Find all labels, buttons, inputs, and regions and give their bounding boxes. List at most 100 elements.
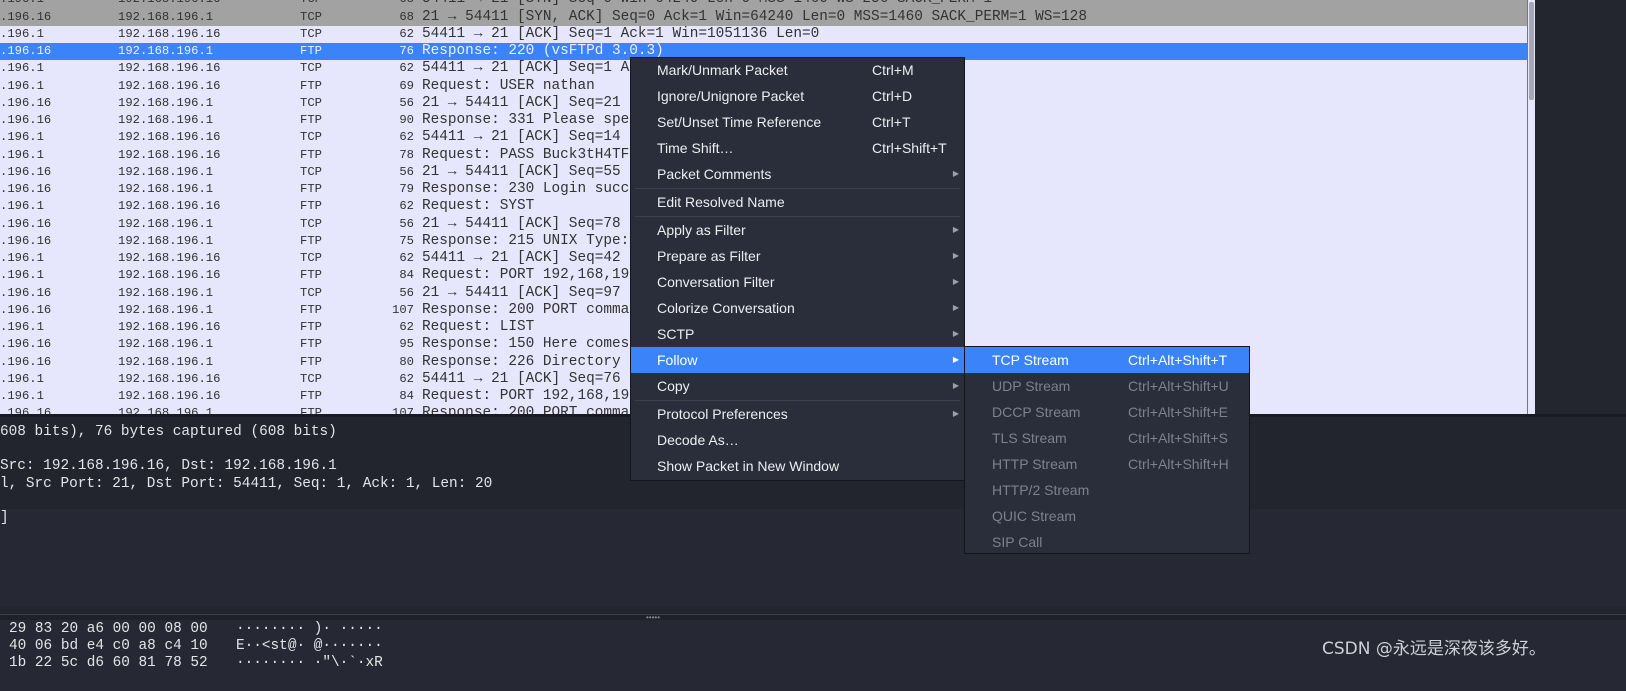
table-row[interactable]: .196.1 192.168.196.16 TCP 68 54411 → 21 [SYN… (0, 0, 1527, 9)
source-cell: .196.1 (0, 320, 44, 335)
destination-cell: 192.168.196.16 (118, 268, 221, 283)
destination-cell: 192.168.196.1 (118, 9, 214, 24)
menu-item-label: Ignore/Unignore Packet (657, 88, 805, 104)
menu-item-label: QUIC Stream (992, 508, 1077, 524)
info-cell: 54411 → 21 [ACK] Seq=1 Ack=1 Win=1051136… (422, 25, 820, 42)
protocol-cell: TCP (300, 9, 322, 24)
length-cell: 62 (399, 371, 414, 386)
destination-cell: 192.168.196.1 (118, 406, 214, 414)
length-cell: 68 (370, 0, 414, 9)
hex-ascii: E··<st@· @······· (236, 638, 383, 654)
menu-item-label: Edit Resolved Name (657, 194, 785, 210)
destination-cell: 192.168.196.1 (118, 113, 214, 128)
submenu-arrow-icon: ▶ (952, 277, 959, 286)
menu-item-apply-as-filter[interactable]: Apply as Filter ▶ (631, 217, 964, 243)
menu-item-label: Decode As… (657, 432, 739, 448)
destination-cell: 192.168.196.16 (118, 61, 221, 76)
destination-cell: 192.168.196.16 (118, 130, 221, 145)
watermark: CSDN @永远是深夜该多好。 (1322, 639, 1546, 659)
submenu-arrow-icon: ▶ (952, 355, 959, 364)
hex-ascii: ········ ·"\·`·xR (236, 655, 383, 671)
destination-cell: 192.168.196.16 (118, 26, 221, 41)
table-row[interactable]: .196.16 192.168.196.1 TCP 68 21 → 54411 [SYN… (0, 8, 1527, 26)
source-cell: .196.16 (0, 113, 52, 128)
protocol-cell: TCP (300, 95, 322, 110)
scrollbar-thumb[interactable] (1529, 2, 1534, 100)
menu-item-protocol-preferences[interactable]: Protocol Preferences ▶ (631, 401, 964, 427)
menu-item-shortcut: Ctrl+Alt+Shift+S (1128, 430, 1228, 446)
menu-item-mark-unmark-packet[interactable]: Mark/Unmark Packet Ctrl+M (631, 57, 964, 83)
length-cell: 62 (399, 130, 414, 145)
menu-item-time-shift[interactable]: Time Shift… Ctrl+Shift+T (631, 135, 964, 161)
submenu-arrow-icon: ▶ (952, 303, 959, 312)
menu-item-copy[interactable]: Copy ▶ (631, 373, 964, 399)
menu-item-prepare-as-filter[interactable]: Prepare as Filter ▶ (631, 243, 964, 269)
menu-item-shortcut: Ctrl+D (872, 88, 913, 104)
length-cell: 95 (399, 337, 414, 352)
table-row[interactable]: .196.1 192.168.196.16 TCP 62 54411 → 21 [ACK… (0, 26, 1527, 43)
length-cell: 90 (399, 113, 414, 128)
length-cell: 78 (399, 147, 414, 162)
packet-context-menu: Mark/Unmark Packet Ctrl+M Ignore/Unignore … (630, 57, 965, 481)
menu-item-ignore-unignore-packet[interactable]: Ignore/Unignore Packet Ctrl+D (631, 83, 964, 109)
info-cell: 21 → 54411 [ACK] Seq=21 (422, 94, 621, 111)
hex-bytes: 1b 22 5c d6 60 81 78 52 (9, 655, 208, 671)
details-tcp-line[interactable]: l, Src Port: 21, Dst Port: 54411, Seq: 1… (0, 475, 492, 493)
menu-item-label: HTTP Stream (992, 456, 1078, 472)
destination-cell: 192.168.196.1 (118, 164, 214, 179)
menu-item-label: Show Packet in New Window (657, 458, 840, 474)
length-cell: 79 (399, 182, 414, 197)
length-cell: 62 (399, 199, 414, 214)
menu-item-label: UDP Stream (992, 378, 1071, 394)
menu-item-label: Set/Unset Time Reference (657, 114, 822, 130)
info-cell: 54411 → 21 [ACK] Seq=1 A (422, 60, 630, 77)
menu-item-label: Time Shift… (657, 140, 734, 156)
protocol-cell: FTP (300, 302, 322, 317)
submenu-arrow-icon: ▶ (952, 409, 959, 418)
source-cell: .196.1 (0, 251, 44, 266)
protocol-cell: FTP (300, 337, 322, 352)
follow-submenu: TCP Stream Ctrl+Alt+Shift+T UDP Stream Ctrl… (964, 346, 1250, 554)
source-cell: .196.1 (0, 147, 44, 162)
length-cell: 62 (399, 251, 414, 266)
source-cell: .196.16 (0, 164, 52, 179)
menu-item-packet-comments[interactable]: Packet Comments ▶ (631, 161, 964, 187)
length-cell: 80 (399, 354, 414, 369)
menu-item-colorize-conversation[interactable]: Colorize Conversation ▶ (631, 295, 964, 321)
right-gutter (1535, 0, 1626, 414)
menu-item-sctp[interactable]: SCTP ▶ (631, 321, 964, 347)
destination-cell: 192.168.196.1 (118, 233, 214, 248)
packet-list-scrollbar[interactable] (1527, 0, 1535, 414)
info-cell: Response: 200 PORT comma (422, 405, 630, 414)
info-cell: 54411 → 21 [ACK] Seq=76 (422, 370, 621, 387)
destination-cell: 192.168.196.16 (118, 147, 221, 162)
info-cell: 54411 → 21 [ACK] Seq=14 (422, 129, 621, 146)
menu-item-edit-resolved-name[interactable]: Edit Resolved Name (631, 189, 964, 215)
details-frame-line[interactable]: 608 bits), 76 bytes captured (608 bits) (0, 423, 337, 441)
destination-cell: 192.168.196.1 (118, 302, 214, 317)
details-ftp-line[interactable]: ] (0, 509, 9, 527)
protocol-cell: FTP (300, 233, 322, 248)
source-cell: .196.1 (0, 0, 44, 9)
details-ip-line[interactable]: Src: 192.168.196.16, Dst: 192.168.196.1 (0, 457, 337, 475)
menu-item-follow[interactable]: Follow ▶ (631, 347, 964, 373)
menu-item-label: Conversation Filter (657, 274, 775, 290)
submenu-arrow-icon: ▶ (952, 169, 959, 178)
menu-item-decode-as[interactable]: Decode As… (631, 427, 964, 453)
protocol-cell: FTP (300, 147, 322, 162)
menu-item-tcp-stream[interactable]: TCP Stream Ctrl+Alt+Shift+T (965, 347, 1249, 373)
info-cell: Response: 215 UNIX Type: (422, 232, 630, 249)
info-cell: Response: 230 Login succ (422, 181, 630, 198)
destination-cell: 192.168.196.16 (118, 320, 221, 335)
menu-item-show-packet-in-new-window[interactable]: Show Packet in New Window (631, 453, 964, 479)
menu-item-udp-stream: UDP Stream Ctrl+Alt+Shift+U (965, 373, 1249, 399)
menu-item-conversation-filter[interactable]: Conversation Filter ▶ (631, 269, 964, 295)
info-cell: 21 → 54411 [SYN, ACK] Seq=0 Ack=1 Win=64… (422, 8, 1087, 25)
protocol-cell: TCP (300, 371, 322, 386)
protocol-cell: FTP (300, 268, 322, 283)
length-cell: 107 (392, 406, 414, 414)
menu-item-set-unset-time-reference[interactable]: Set/Unset Time Reference Ctrl+T (631, 109, 964, 135)
destination-cell: 192.168.196.1 (118, 44, 214, 59)
menu-item-quic-stream: QUIC Stream (965, 503, 1249, 529)
protocol-cell: TCP (300, 0, 322, 9)
